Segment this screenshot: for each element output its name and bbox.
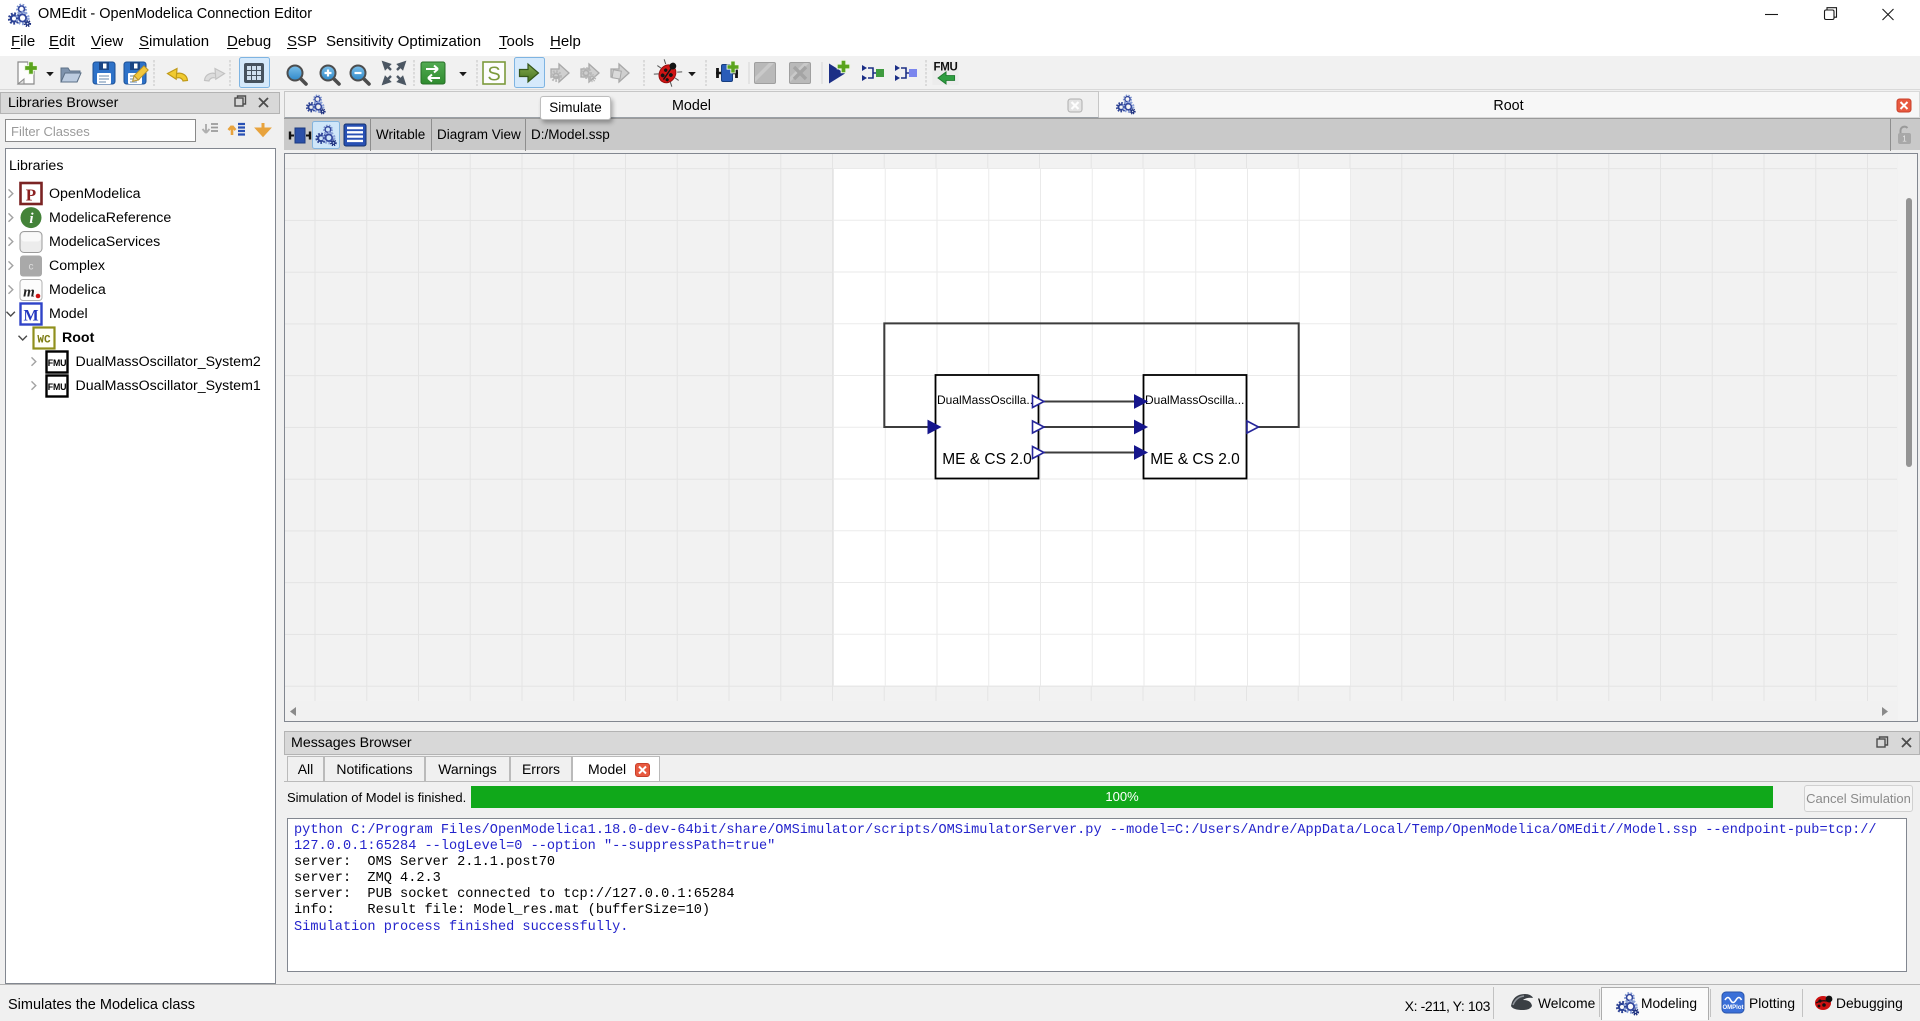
svg-text:Complex: Complex: [49, 258, 105, 274]
svg-text:Libraries: Libraries: [9, 158, 63, 174]
svg-text:M: M: [23, 308, 38, 325]
svg-text:FMU: FMU: [933, 62, 957, 74]
svg-text:ModelicaServices: ModelicaServices: [49, 234, 160, 250]
svg-text:DualMassOscillator_System1: DualMassOscillator_System1: [76, 378, 261, 394]
svg-text:c: c: [29, 262, 34, 273]
svg-text:Model: Model: [672, 98, 711, 114]
svg-text:ME & CS 2.0: ME & CS 2.0: [1150, 451, 1240, 468]
svg-text:Modeling: Modeling: [1641, 996, 1697, 1011]
svg-text:OMPlot: OMPlot: [1723, 1005, 1744, 1011]
svg-text:Modelica: Modelica: [49, 282, 106, 298]
svg-text:Root: Root: [1493, 98, 1523, 114]
svg-text:FMU: FMU: [48, 358, 66, 368]
svg-text:OpenModelica: OpenModelica: [49, 186, 141, 202]
svg-text:ModelicaReference: ModelicaReference: [49, 210, 171, 226]
svg-text:Model: Model: [49, 306, 88, 322]
svg-text:DualMassOscilla...: DualMassOscilla...: [937, 393, 1036, 407]
svg-text:m: m: [23, 285, 35, 301]
svg-text:1: 1: [1902, 135, 1907, 144]
svg-text:DualMassOscillator_System2: DualMassOscillator_System2: [76, 354, 261, 370]
svg-text:DualMassOscilla...: DualMassOscilla...: [1145, 393, 1244, 407]
svg-text:Plotting: Plotting: [1749, 996, 1795, 1011]
svg-text:Welcome: Welcome: [1538, 996, 1596, 1011]
svg-text:FMU: FMU: [48, 382, 66, 392]
svg-text:Root: Root: [62, 330, 95, 346]
svg-text:WC: WC: [37, 335, 51, 347]
svg-text:P: P: [26, 186, 36, 205]
svg-text:Debugging: Debugging: [1836, 996, 1903, 1011]
svg-text:S: S: [487, 64, 500, 86]
svg-text:ME & CS 2.0: ME & CS 2.0: [942, 451, 1032, 468]
